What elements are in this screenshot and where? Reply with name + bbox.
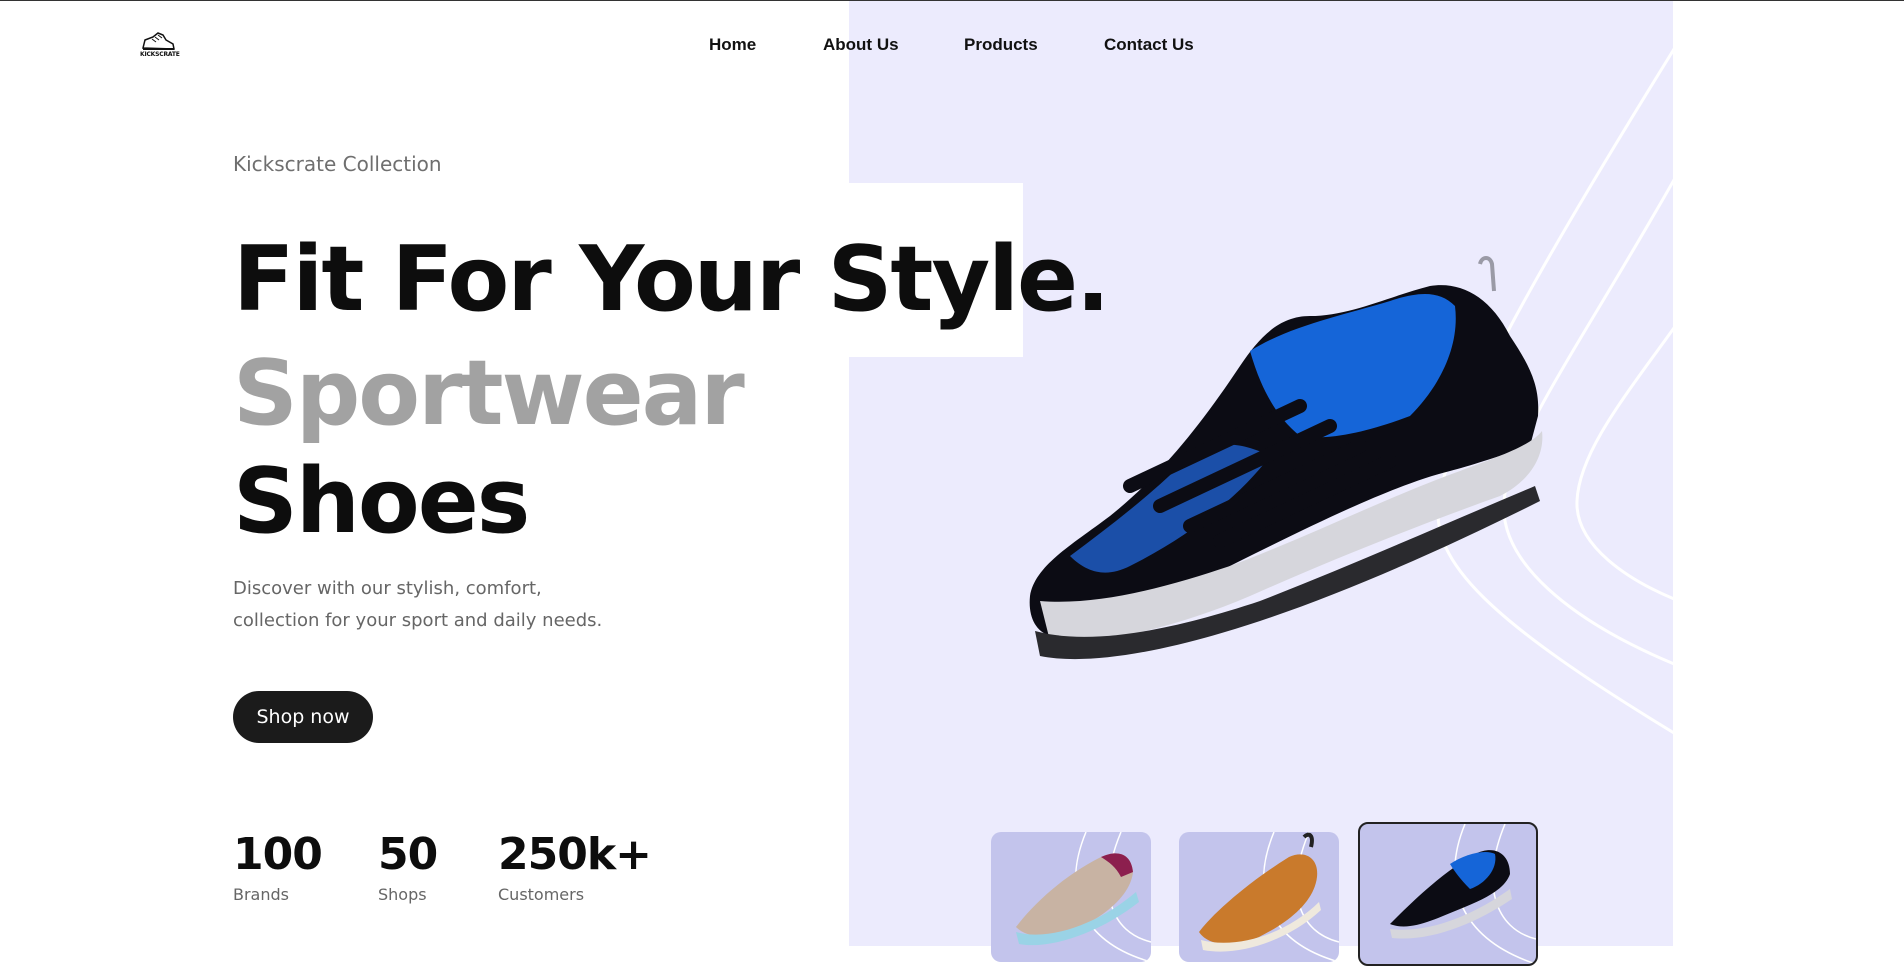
stat-value: 100: [233, 829, 323, 880]
hero-title-line-3: Shoes: [233, 449, 530, 554]
stat-shops: 50 Shops: [378, 829, 438, 905]
main-nav: Home About Us Products Contact Us: [0, 35, 1904, 57]
description-line-1: Discover with our stylish, comfort,: [233, 578, 542, 599]
thumbnail-3[interactable]: [1358, 822, 1538, 966]
nav-about-us[interactable]: About Us: [823, 35, 899, 55]
hero-title-line-1: Fit For Your Style.: [233, 227, 1110, 332]
beige-sneaker-icon: [1016, 832, 1151, 962]
hero-description: Discover with our stylish, comfort, coll…: [233, 573, 633, 637]
stat-brands: 100 Brands: [233, 829, 323, 905]
hero-title-line-2: Sportwear: [233, 341, 745, 446]
nav-contact-us[interactable]: Contact Us: [1104, 35, 1194, 55]
stat-customers: 250k+ Customers: [498, 829, 652, 905]
shop-now-button[interactable]: Shop now: [233, 691, 373, 743]
hero-kicker: Kickscrate Collection: [233, 152, 442, 176]
description-line-2: collection for your sport and daily need…: [233, 610, 603, 631]
nav-home[interactable]: Home: [709, 35, 756, 55]
stat-value: 250k+: [498, 829, 652, 880]
stat-label: Shops: [378, 885, 427, 904]
hero-shoe-image: [1029, 256, 1543, 660]
thumbnail-1[interactable]: [991, 832, 1151, 962]
blue-trail-shoe-icon: [1390, 824, 1536, 964]
stat-value: 50: [378, 829, 438, 880]
thumbnail-2[interactable]: [1179, 832, 1339, 962]
tan-sneaker-icon: [1199, 832, 1339, 962]
stat-label: Brands: [233, 885, 289, 904]
nav-products[interactable]: Products: [964, 35, 1038, 55]
stat-label: Customers: [498, 885, 585, 904]
